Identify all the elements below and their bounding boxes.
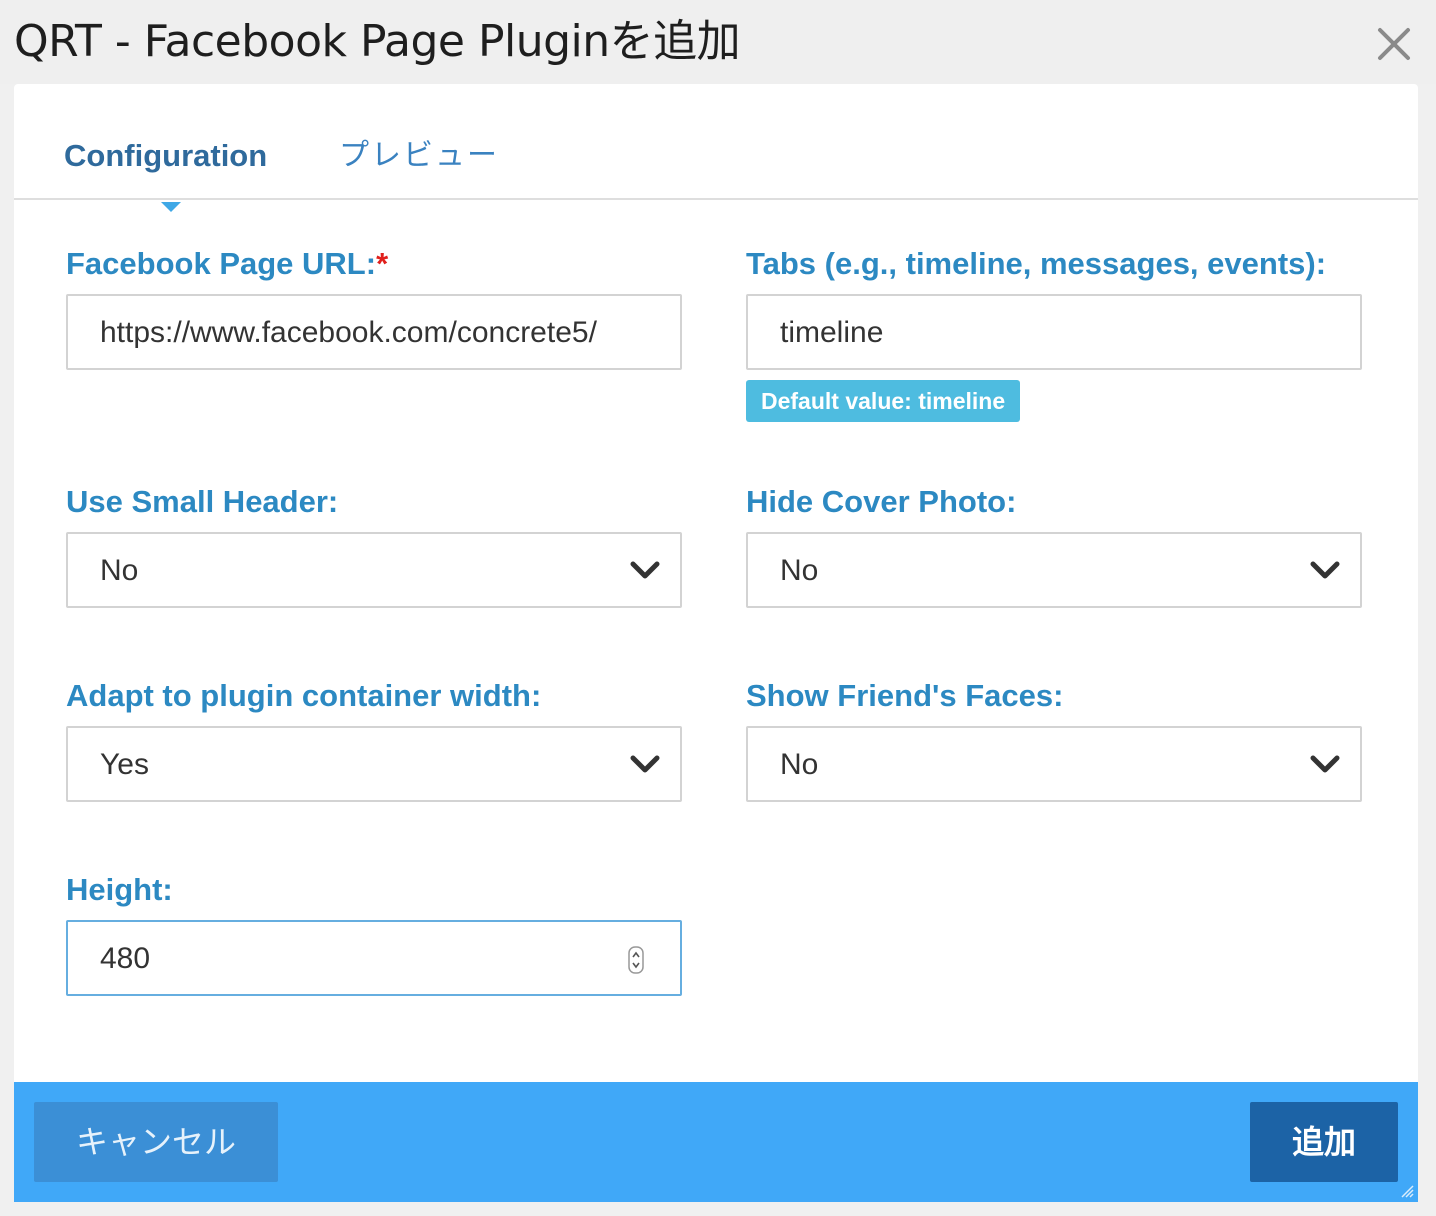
adapt-width-select[interactable]: Yes bbox=[66, 726, 682, 802]
number-spinner-icon[interactable] bbox=[628, 946, 644, 974]
close-button[interactable] bbox=[1374, 24, 1414, 64]
show-faces-select[interactable]: No bbox=[746, 726, 1362, 802]
tab-preview[interactable]: プレビュー bbox=[339, 136, 499, 176]
tabs-field-label: Tabs (e.g., timeline, messages, events): bbox=[746, 246, 1327, 281]
adapt-width-label: Adapt to plugin container width: bbox=[66, 678, 542, 713]
close-icon bbox=[1378, 28, 1410, 60]
dialog-footer: キャンセル 追加 bbox=[14, 1082, 1418, 1202]
page-url-input[interactable]: https://www.facebook.com/concrete5/ bbox=[66, 294, 682, 370]
active-tab-indicator bbox=[161, 202, 181, 212]
dialog-title: QRT - Facebook Page Pluginを追加 bbox=[14, 16, 741, 67]
page-url-label-text: Facebook Page URL: bbox=[66, 246, 377, 281]
cancel-button[interactable]: キャンセル bbox=[34, 1102, 278, 1182]
page-url-label: Facebook Page URL:* bbox=[66, 244, 388, 284]
required-marker: * bbox=[376, 246, 389, 281]
tabs-value: timeline bbox=[780, 316, 884, 349]
hide-cover-label: Hide Cover Photo: bbox=[746, 484, 1017, 519]
height-label: Height: bbox=[66, 872, 173, 907]
chevron-down-icon bbox=[630, 755, 660, 773]
show-faces-label: Show Friend's Faces: bbox=[746, 678, 1064, 713]
small-header-select[interactable]: No bbox=[66, 532, 682, 608]
hide-cover-select[interactable]: No bbox=[746, 532, 1362, 608]
chevron-down-icon bbox=[630, 561, 660, 579]
page-url-value: https://www.facebook.com/concrete5/ bbox=[100, 316, 597, 349]
tab-bar: Configuration プレビュー bbox=[14, 84, 1418, 200]
adapt-width-selected: Yes bbox=[100, 748, 149, 781]
tab-configuration[interactable]: Configuration bbox=[64, 136, 267, 176]
height-value: 480 bbox=[100, 942, 151, 975]
dialog-titlebar: QRT - Facebook Page Pluginを追加 bbox=[0, 0, 1436, 84]
add-button[interactable]: 追加 bbox=[1250, 1102, 1398, 1182]
show-faces-selected: No bbox=[780, 748, 819, 781]
chevron-down-icon bbox=[1310, 755, 1340, 773]
resize-grip-icon[interactable] bbox=[1400, 1184, 1414, 1198]
height-input[interactable]: 480 bbox=[66, 920, 682, 996]
small-header-selected: No bbox=[100, 554, 139, 587]
tabs-input[interactable]: timeline bbox=[746, 294, 1362, 370]
default-value-badge: Default value: timeline bbox=[746, 380, 1021, 422]
small-header-label: Use Small Header: bbox=[66, 484, 339, 519]
chevron-down-icon bbox=[1310, 561, 1340, 579]
hide-cover-selected: No bbox=[780, 554, 819, 587]
